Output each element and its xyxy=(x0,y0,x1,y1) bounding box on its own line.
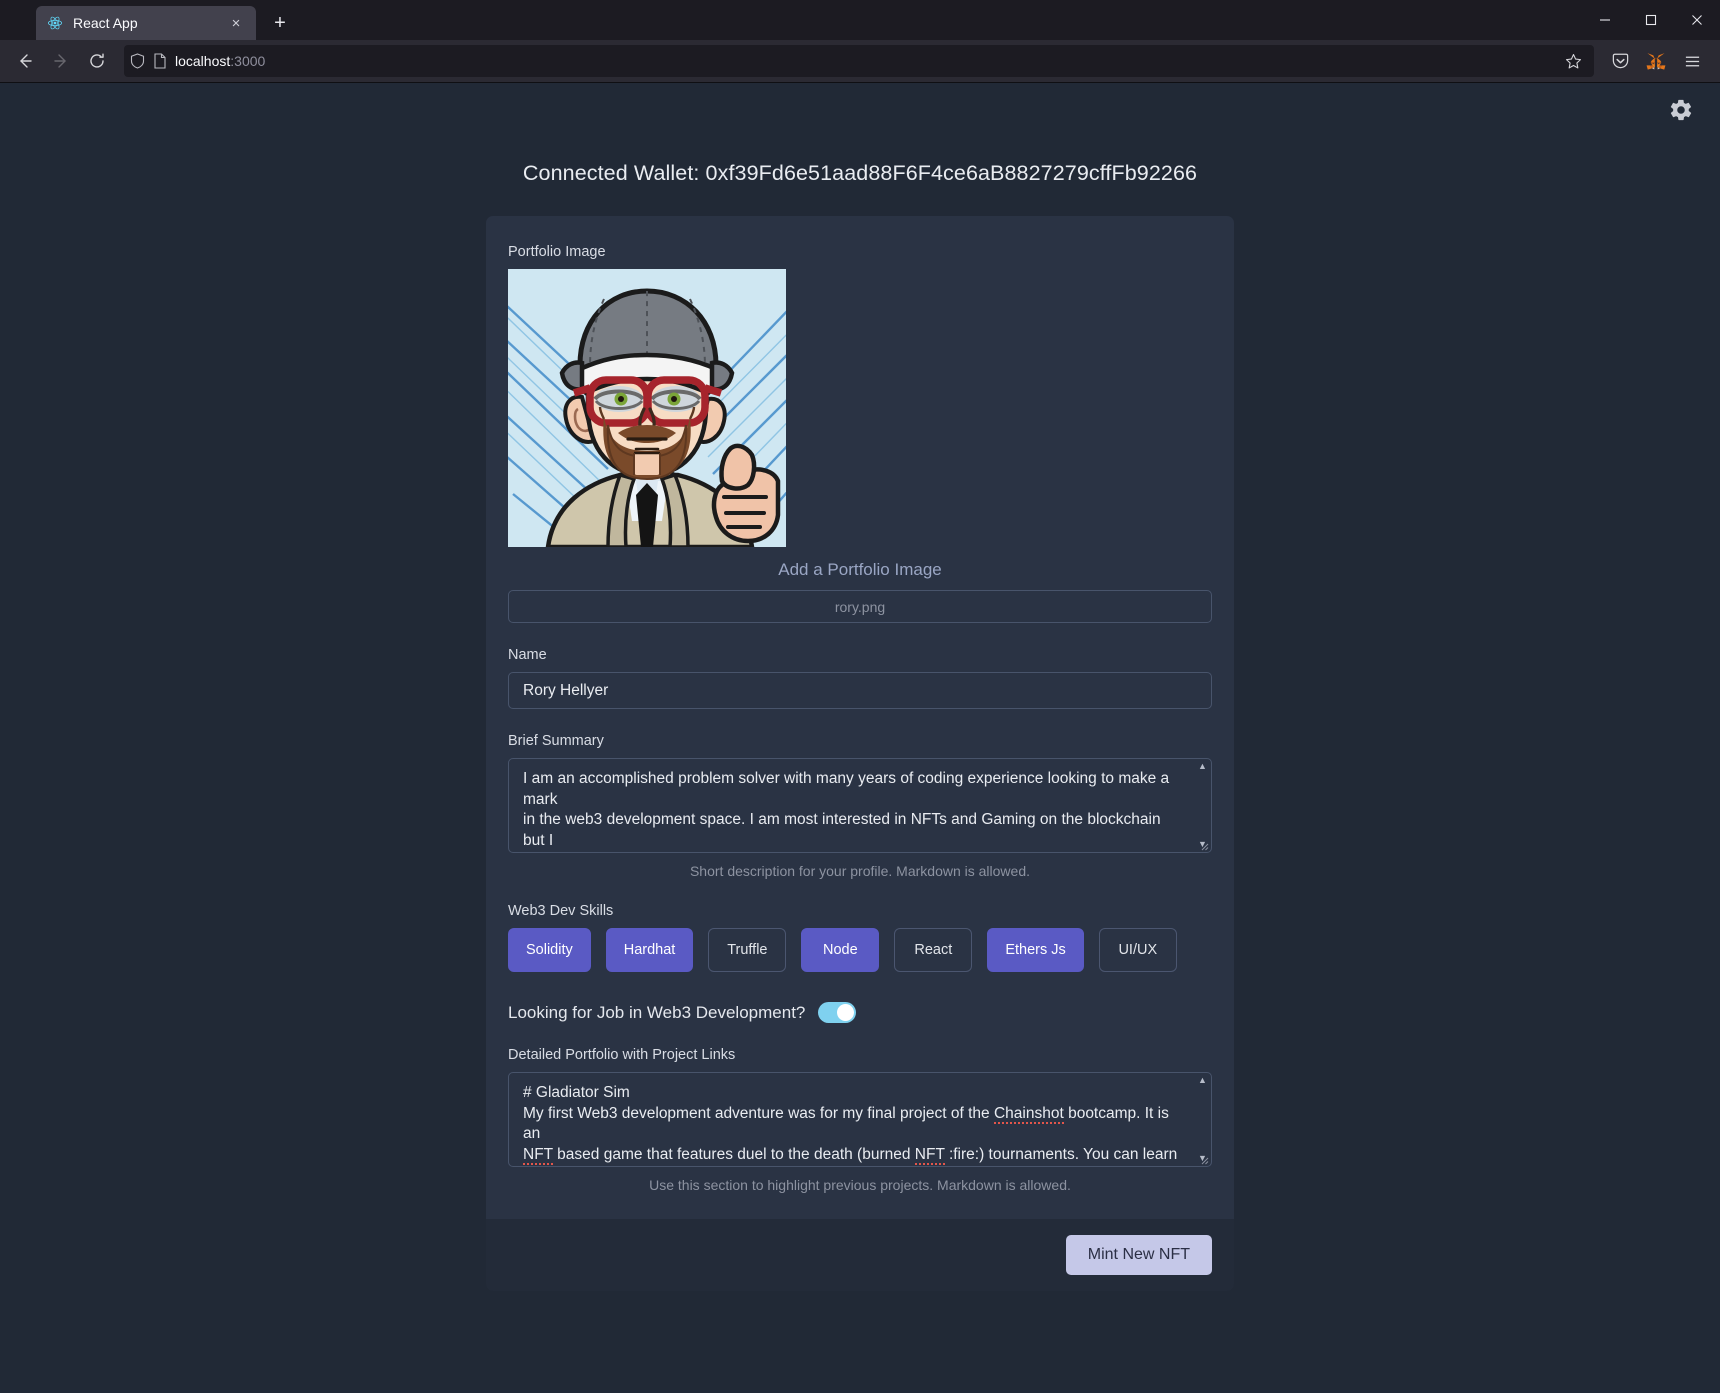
skill-chip-ethers-js[interactable]: Ethers Js xyxy=(987,928,1084,972)
browser-navbar: localhost:3000 xyxy=(0,40,1720,82)
toggle-knob xyxy=(837,1004,855,1021)
spellcheck-nft-2: NFT xyxy=(914,1145,945,1165)
extension-toolbar xyxy=(1604,45,1712,77)
name-label: Name xyxy=(508,647,547,663)
mint-nft-form-card: Portfolio Image Add a Portfolio Image ro… xyxy=(486,216,1234,1219)
tab-close-icon[interactable]: × xyxy=(226,13,246,33)
page-viewport: Connected Wallet: 0xf39Fd6e51aad88F6F4ce… xyxy=(0,83,1720,1393)
url-text[interactable]: localhost:3000 xyxy=(175,53,1550,69)
name-input[interactable] xyxy=(508,672,1212,709)
window-controls xyxy=(1582,0,1720,40)
forward-button-icon[interactable] xyxy=(44,45,78,77)
connected-wallet-title: Connected Wallet: 0xf39Fd6e51aad88F6F4ce… xyxy=(522,161,1198,185)
avatar xyxy=(508,269,786,547)
detailed-portfolio-line-3: NFT based game that features duel to the… xyxy=(523,1145,1183,1167)
spellcheck-nft-1: NFT xyxy=(523,1145,553,1165)
job-toggle-row: Looking for Job in Web3 Development? xyxy=(508,1002,1212,1023)
form-footer: Mint New NFT xyxy=(486,1219,1234,1291)
dp-text: based game that features duel to the dea… xyxy=(552,1145,915,1163)
spellcheck-chainshot: Chainshot xyxy=(993,1104,1064,1124)
brief-summary-line-3: enjoy taking on new challenges. You can … xyxy=(523,851,1183,852)
skills-section: Web3 Dev Skills Solidity Hardhat Truffle… xyxy=(508,903,1212,972)
react-logo-icon xyxy=(46,15,63,32)
portfolio-image-section: Portfolio Image Add a Portfolio Image ro… xyxy=(508,244,1212,623)
add-portfolio-image-link[interactable]: Add a Portfolio Image xyxy=(508,560,1212,580)
portfolio-image-label: Portfolio Image xyxy=(508,244,606,260)
bookmark-star-icon[interactable] xyxy=(1558,47,1588,75)
name-section: Name xyxy=(508,647,1212,709)
detailed-portfolio-section: Detailed Portfolio with Project Links # … xyxy=(508,1047,1212,1193)
detailed-portfolio-textarea[interactable]: # Gladiator Sim My first Web3 developmen… xyxy=(508,1072,1212,1167)
detailed-portfolio-label: Detailed Portfolio with Project Links xyxy=(508,1047,736,1063)
portfolio-image-preview xyxy=(508,269,786,547)
scroll-up-icon[interactable]: ▲ xyxy=(1198,762,1207,771)
job-toggle-label: Looking for Job in Web3 Development? xyxy=(508,1002,806,1022)
hamburger-menu-icon[interactable] xyxy=(1676,45,1708,77)
skill-chip-node[interactable]: Node xyxy=(801,928,880,972)
window-close-button[interactable] xyxy=(1674,0,1720,40)
brief-summary-section: Brief Summary I am an accomplished probl… xyxy=(508,733,1212,879)
skill-chip-solidity[interactable]: Solidity xyxy=(508,928,591,972)
skill-chip-react[interactable]: React xyxy=(894,928,973,972)
gear-icon[interactable] xyxy=(1668,97,1694,123)
metamask-fox-icon[interactable] xyxy=(1640,45,1672,77)
url-port: :3000 xyxy=(230,53,266,69)
browser-tabstrip: React App × + xyxy=(0,0,1720,40)
job-toggle-switch[interactable] xyxy=(818,1002,857,1023)
shield-icon[interactable] xyxy=(130,53,145,69)
window-minimize-button[interactable] xyxy=(1582,0,1628,40)
resize-grip-icon[interactable] xyxy=(1199,1155,1209,1165)
brief-summary-textarea[interactable]: I am an accomplished problem solver with… xyxy=(508,758,1212,853)
window-maximize-button[interactable] xyxy=(1628,0,1674,40)
brief-summary-line-1: I am an accomplished problem solver with… xyxy=(523,770,1170,808)
detailed-portfolio-line-2: My first Web3 development adventure was … xyxy=(523,1104,1183,1145)
brief-summary-line-2: in the web3 development space. I am most… xyxy=(523,811,1161,849)
detailed-portfolio-scrollbar[interactable]: ▲ ▼ xyxy=(1195,1074,1210,1165)
pocket-icon[interactable] xyxy=(1604,45,1636,77)
dp-text: My first Web3 development adventure was … xyxy=(523,1104,994,1122)
skills-label: Web3 Dev Skills xyxy=(508,903,614,919)
detailed-portfolio-line-1: # Gladiator Sim xyxy=(523,1084,630,1101)
tab-title: React App xyxy=(73,15,138,31)
skill-chip-ui-ux[interactable]: UI/UX xyxy=(1098,928,1177,972)
skills-row: Solidity Hardhat Truffle Node React Ethe… xyxy=(508,928,1212,972)
portfolio-image-filename-field[interactable]: rory.png xyxy=(508,590,1212,623)
skill-chip-truffle[interactable]: Truffle xyxy=(708,928,787,972)
brief-summary-help: Short description for your profile. Mark… xyxy=(689,863,1031,879)
brief-summary-label: Brief Summary xyxy=(508,733,604,749)
page-info-icon[interactable] xyxy=(153,53,167,69)
back-button-icon[interactable] xyxy=(8,45,42,77)
detailed-portfolio-help: Use this section to highlight previous p… xyxy=(649,1177,1071,1193)
new-tab-button[interactable]: + xyxy=(264,7,296,39)
url-bar[interactable]: localhost:3000 xyxy=(124,45,1594,77)
resize-grip-icon[interactable] xyxy=(1199,841,1209,851)
scroll-up-icon[interactable]: ▲ xyxy=(1198,1076,1207,1085)
brief-summary-scrollbar[interactable]: ▲ ▼ xyxy=(1195,760,1210,851)
browser-tab-react-app[interactable]: React App × xyxy=(36,6,256,40)
reload-button-icon[interactable] xyxy=(80,45,114,77)
skill-chip-hardhat[interactable]: Hardhat xyxy=(605,928,694,972)
mint-new-nft-button[interactable]: Mint New NFT xyxy=(1065,1235,1212,1275)
url-host: localhost xyxy=(175,53,231,69)
